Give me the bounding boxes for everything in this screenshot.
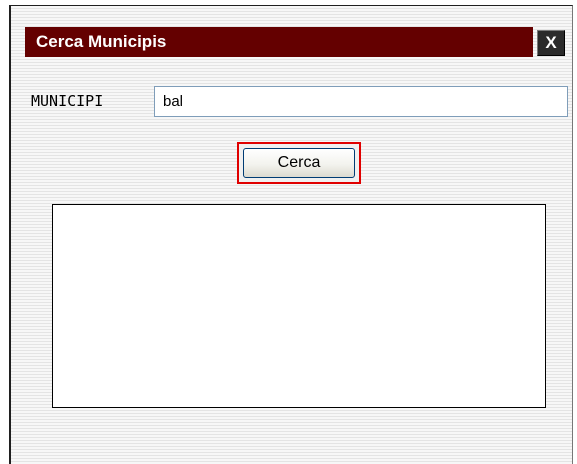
search-button[interactable]: Cerca bbox=[243, 148, 355, 178]
close-button[interactable]: X bbox=[537, 30, 565, 56]
results-list[interactable] bbox=[52, 204, 546, 408]
municipi-label: MUNICIPI bbox=[31, 92, 104, 110]
dialog-titlebar: Cerca Municipis bbox=[25, 27, 533, 57]
dialog-title: Cerca Municipis bbox=[36, 32, 167, 51]
search-button-focus-frame: Cerca bbox=[237, 142, 361, 184]
municipi-input[interactable] bbox=[154, 86, 568, 117]
